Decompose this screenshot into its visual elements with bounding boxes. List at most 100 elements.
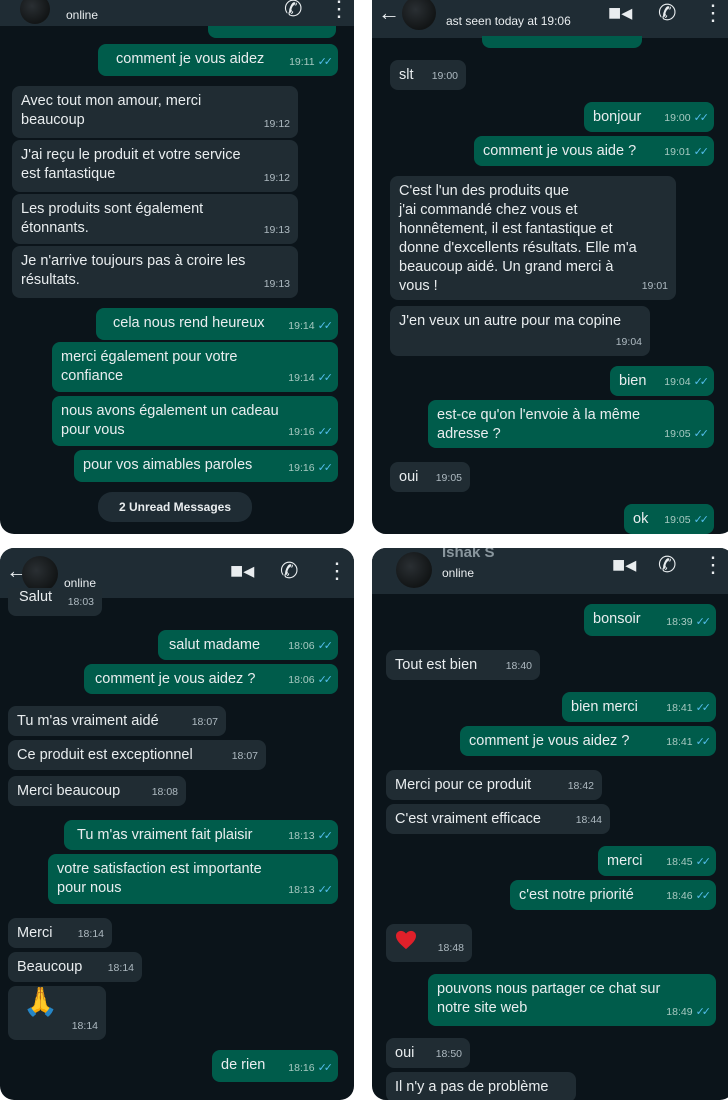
- more-options-icon[interactable]: ⋮: [326, 558, 348, 584]
- message-time: 18:14: [107, 962, 134, 974]
- message-time: 19:05: [664, 514, 691, 526]
- message-time: 18:14: [71, 1020, 98, 1032]
- message-bubble[interactable]: 18:48: [386, 924, 472, 962]
- message-time: 18:14: [77, 928, 104, 940]
- more-options-icon[interactable]: ⋮: [702, 0, 724, 26]
- message-bubble[interactable]: Tu m'as vraiment fait plaisir 18:13 ✓✓: [64, 820, 338, 850]
- message-bubble[interactable]: de rien 18:16 ✓✓: [212, 1050, 338, 1082]
- read-ticks-icon: ✓✓: [695, 1006, 712, 1018]
- message-bubble[interactable]: bonjour 19:00 ✓✓: [584, 102, 714, 132]
- message-text: Je n'arrive toujours pas à croire les ré…: [21, 253, 246, 288]
- message-bubble[interactable]: oui 19:05: [390, 462, 470, 492]
- message-bubble[interactable]: comment je vous aidez ? 18:06 ✓✓: [84, 664, 338, 694]
- message-bubble[interactable]: merci 18:45 ✓✓: [598, 846, 716, 876]
- contact-avatar[interactable]: [22, 556, 58, 592]
- message-bubble[interactable]: bien merci 18:41 ✓✓: [562, 692, 716, 722]
- video-call-icon[interactable]: ■◂: [608, 0, 632, 26]
- message-bubble[interactable]: nous avons également un cadeau pour vous…: [52, 396, 338, 446]
- message-time: 18:39: [666, 616, 693, 628]
- message-bubble[interactable]: votre satisfaction est importante pour n…: [48, 854, 338, 904]
- message-bubble[interactable]: Tout est bien 18:40: [386, 650, 540, 680]
- chat-header: online ✆ ⋮: [0, 0, 354, 26]
- message-time: 18:08: [151, 786, 178, 798]
- message-bubble[interactable]: merci également pour votre confiance 19:…: [52, 342, 338, 392]
- read-ticks-icon: ✓✓: [695, 616, 712, 628]
- message-time: 19:16: [288, 426, 315, 438]
- message-time: 19:12: [263, 118, 290, 130]
- more-options-icon[interactable]: ⋮: [328, 0, 350, 22]
- read-ticks-icon: ✓✓: [693, 514, 710, 526]
- message-bubble[interactable]: Les produits sont également étonnants. 1…: [12, 194, 298, 244]
- message-time: 18:45: [666, 856, 693, 868]
- message-bubble[interactable]: Beaucoup 18:14: [8, 952, 142, 982]
- read-ticks-icon: ✓✓: [695, 736, 712, 748]
- message-time: 19:13: [263, 224, 290, 236]
- message-bubble[interactable]: Avec tout mon amour, merci beaucoup 19:1…: [12, 86, 298, 138]
- message-time: 19:04: [664, 376, 691, 388]
- message-bubble[interactable]: Salut 18:03: [8, 588, 102, 616]
- read-ticks-icon: ✓✓: [317, 1062, 334, 1074]
- message-bubble[interactable]: comment je vous aidez ? 18:41 ✓✓: [460, 726, 716, 756]
- message-bubble[interactable]: Merci 18:14: [8, 918, 112, 948]
- message-time: 19:13: [263, 278, 290, 290]
- message-bubble[interactable]: ok 19:05 ✓✓: [624, 504, 714, 534]
- message-bubble[interactable]: Merci beaucoup 18:08: [8, 776, 186, 806]
- message-time: 18:48: [437, 942, 464, 954]
- phone-icon[interactable]: ✆: [658, 0, 676, 26]
- message-bubble[interactable]: Merci pour ce produit 18:42: [386, 770, 602, 800]
- read-ticks-icon: ✓✓: [317, 830, 334, 842]
- contact-avatar[interactable]: [402, 0, 436, 30]
- message-bubble[interactable]: est-ce qu'on l'envoie à la même adresse …: [428, 400, 714, 448]
- message-bubble[interactable]: slt 19:00: [390, 60, 466, 90]
- more-options-icon[interactable]: ⋮: [702, 552, 724, 578]
- read-ticks-icon: ✓✓: [695, 856, 712, 868]
- video-call-icon[interactable]: ■◂: [612, 552, 636, 578]
- message-time: 18:07: [231, 750, 258, 762]
- message-bubble[interactable]: pouvons nous partager ce chat sur notre …: [428, 974, 716, 1026]
- phone-icon[interactable]: ✆: [284, 0, 302, 22]
- message-bubble[interactable]: Je n'arrive toujours pas à croire les ré…: [12, 246, 298, 298]
- message-bubble[interactable]: cela nous rend heureux 19:14 ✓✓: [96, 308, 338, 340]
- contact-avatar[interactable]: [396, 552, 432, 588]
- message-bubble[interactable]: oui 18:50: [386, 1038, 470, 1068]
- back-arrow-icon[interactable]: ←: [378, 0, 400, 26]
- read-ticks-icon: ✓✓: [317, 462, 334, 474]
- contact-avatar[interactable]: [20, 0, 50, 24]
- chat-header: ← ast seen today at 19:06 ■◂ ✆ ⋮: [372, 0, 728, 38]
- message-bubble[interactable]: comment je vous aide ? 19:01 ✓✓: [474, 136, 714, 166]
- message-bubble[interactable]: c'est notre priorité 18:46 ✓✓: [510, 880, 716, 910]
- message-bubble[interactable]: C'est vraiment efficace 18:44: [386, 804, 610, 834]
- phone-icon[interactable]: ✆: [280, 558, 298, 584]
- message-bubble[interactable]: Ce produit est exceptionnel 18:07: [8, 740, 266, 770]
- message-time: 18:46: [666, 890, 693, 902]
- message-bubble[interactable]: Il n'y a pas de problème: [386, 1072, 576, 1100]
- read-ticks-icon: ✓✓: [317, 372, 334, 384]
- message-bubble[interactable]: bien 19:04 ✓✓: [610, 366, 714, 396]
- message-time: 18:44: [575, 814, 602, 826]
- read-ticks-icon: ✓✓: [317, 674, 334, 686]
- message-time: 19:11: [289, 56, 315, 68]
- message-bubble[interactable]: J'en veux un autre pour ma copine 19:04: [390, 306, 650, 356]
- chat-header: Ishak S online ■◂ ✆ ⋮: [372, 548, 728, 594]
- message-bubble[interactable]: 🙏 18:14: [8, 986, 106, 1040]
- video-call-icon[interactable]: ■◂: [230, 558, 254, 584]
- chat-screenshot-bottom-left: ← online ■◂ ✆ ⋮ Salut 18:03 salut madame…: [0, 548, 354, 1100]
- message-time: 19:14: [288, 372, 315, 384]
- message-bubble[interactable]: salut madame 18:06 ✓✓: [158, 630, 338, 660]
- praying-hands-icon: 🙏: [23, 986, 58, 1017]
- message-time: 19:05: [664, 428, 691, 440]
- message-bubble[interactable]: pour vos aimables paroles 19:16 ✓✓: [74, 450, 338, 482]
- message-time: 18:50: [435, 1048, 462, 1060]
- message-bubble[interactable]: Tu m'as vraiment aidé 18:07: [8, 706, 226, 736]
- message-text: Merci pour ce produit: [395, 777, 532, 793]
- message-bubble[interactable]: J'ai reçu le produit et votre service es…: [12, 140, 298, 192]
- chat-screenshot-top-right: ← ast seen today at 19:06 ■◂ ✆ ⋮ slt 19:…: [372, 0, 728, 534]
- contact-name: Ishak S: [442, 548, 495, 561]
- message-bubble[interactable]: C'est l'un des produits que j'ai command…: [390, 176, 676, 300]
- message-bubble[interactable]: comment je vous aidez 19:11 ✓✓: [98, 44, 338, 76]
- read-ticks-icon: ✓✓: [693, 428, 710, 440]
- message-time: 19:00: [664, 112, 691, 124]
- message-text: J'en veux un autre pour ma copine: [399, 313, 622, 329]
- message-bubble[interactable]: bonsoir 18:39 ✓✓: [584, 604, 716, 636]
- phone-icon[interactable]: ✆: [658, 552, 676, 578]
